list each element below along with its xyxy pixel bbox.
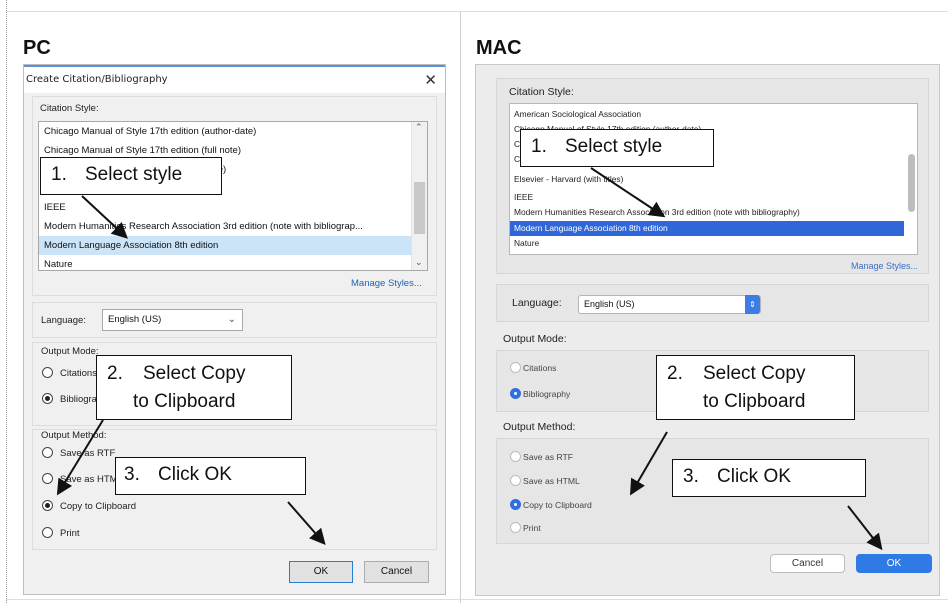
mac-radio-save-rtf[interactable]	[510, 451, 521, 462]
mac-callout-step1: 1. Select style	[520, 129, 714, 167]
mac-callout-step3: 3. Click OK	[672, 459, 866, 497]
pc-cancel-button[interactable]: Cancel	[364, 561, 429, 583]
mac-language-label: Language:	[512, 297, 562, 309]
pc-language-select[interactable]: English (US) ⌄	[102, 309, 243, 331]
pc-radio-copy-clipboard[interactable]	[42, 500, 53, 511]
column-divider	[460, 11, 461, 603]
mac-option-save-html: Save as HTML	[523, 476, 580, 486]
callout-text: Click OK	[158, 464, 232, 485]
callout-text: Click OK	[717, 466, 791, 487]
callout-number: 1.	[531, 136, 547, 157]
callout-text-line1: Select Copy	[703, 363, 806, 384]
mac-option-print: Print	[523, 523, 541, 533]
frame-left-edge	[6, 0, 7, 603]
callout-text: Select style	[565, 136, 663, 157]
callout-text-line2: to Clipboard	[133, 391, 236, 412]
pc-option-copy-clipboard: Copy to Clipboard	[60, 501, 137, 512]
pc-dialog-title: Create Citation/Bibliography	[26, 74, 168, 85]
mac-style-list[interactable]: American Sociological Association Chicag…	[509, 103, 918, 255]
callout-number: 3.	[124, 464, 140, 485]
callout-number: 1.	[51, 164, 67, 185]
mac-citation-style-label: Citation Style:	[509, 86, 574, 98]
pc-radio-citations[interactable]	[42, 367, 53, 378]
mac-language-value: English (US)	[584, 299, 635, 309]
list-item-selected[interactable]: Modern Language Association 8th edition	[39, 236, 411, 255]
mac-manage-styles-link[interactable]: Manage Styles...	[851, 261, 918, 271]
mac-callout-step2: 2. Select Copy to Clipboard	[656, 355, 855, 420]
list-item[interactable]: American Sociological Association	[510, 107, 904, 122]
list-item[interactable]: Nature	[39, 255, 411, 270]
list-item[interactable]: Elsevier - Harvard (with titles)	[510, 172, 904, 187]
mac-option-save-rtf: Save as RTF	[523, 452, 573, 462]
pc-radio-print[interactable]	[42, 527, 53, 538]
close-icon[interactable]: ✕	[424, 71, 437, 89]
pc-radio-bibliography[interactable]	[42, 393, 53, 404]
list-item[interactable]: IEEE	[510, 190, 904, 205]
pc-heading: PC	[23, 37, 51, 59]
pc-option-save-html: Save as HTML	[60, 474, 123, 485]
mac-cancel-button[interactable]: Cancel	[770, 554, 845, 573]
mac-option-copy-clipboard: Copy to Clipboard	[523, 500, 592, 510]
list-item-selected[interactable]: Modern Language Association 8th edition	[510, 221, 904, 236]
callout-text: Select style	[85, 164, 183, 185]
chevron-down-icon: ⌄	[227, 314, 236, 325]
pc-ok-button[interactable]: OK	[289, 561, 353, 583]
list-item[interactable]: Chicago Manual of Style 17th edition (au…	[39, 122, 411, 141]
chevron-updown-icon: ⇕	[745, 295, 760, 314]
list-item[interactable]: Nature	[510, 236, 904, 251]
callout-text-line2: to Clipboard	[703, 391, 806, 412]
mac-ok-button[interactable]: OK	[856, 554, 932, 573]
pc-callout-step1: 1. Select style	[40, 157, 222, 195]
pc-option-citations: Citations	[60, 368, 97, 379]
scrollbar-thumb[interactable]	[414, 182, 425, 234]
callout-number: 2.	[107, 363, 123, 384]
pc-title-bar: Create Citation/Bibliography ✕	[24, 65, 445, 93]
mac-radio-copy-clipboard[interactable]	[510, 499, 521, 510]
pc-option-print: Print	[60, 528, 80, 539]
mac-radio-citations[interactable]	[510, 362, 521, 373]
pc-citation-style-label: Citation Style:	[40, 103, 99, 114]
frame-top-edge	[6, 11, 948, 12]
pc-radio-save-rtf[interactable]	[42, 447, 53, 458]
pc-language-value: English (US)	[108, 314, 162, 325]
pc-language-label: Language:	[41, 315, 86, 326]
mac-radio-save-html[interactable]	[510, 475, 521, 486]
mac-option-bibliography: Bibliography	[523, 389, 571, 399]
pc-option-save-rtf: Save as RTF	[60, 448, 116, 459]
pc-callout-step2: 2. Select Copy to Clipboard	[96, 355, 292, 420]
mac-radio-bibliography[interactable]	[510, 388, 521, 399]
pc-style-scrollbar[interactable]: ⌃ ⌄	[411, 122, 427, 270]
mac-option-citations: Citations	[523, 363, 557, 373]
pc-radio-save-html[interactable]	[42, 473, 53, 484]
mac-language-popup[interactable]: English (US) ⇕	[578, 295, 761, 314]
mac-heading: MAC	[476, 37, 522, 59]
pc-output-mode-label: Output Mode:	[41, 346, 99, 357]
pc-callout-step3: 3. Click OK	[115, 457, 306, 495]
callout-number: 3.	[683, 466, 699, 487]
callout-number: 2.	[667, 363, 683, 384]
mac-radio-print[interactable]	[510, 522, 521, 533]
pc-output-method-label: Output Method:	[41, 430, 107, 441]
mac-output-method-label: Output Method:	[503, 421, 576, 433]
callout-text-line1: Select Copy	[143, 363, 246, 384]
pc-style-list[interactable]: Chicago Manual of Style 17th edition (au…	[38, 121, 428, 271]
frame-bottom-edge	[6, 599, 948, 600]
pc-manage-styles-link[interactable]: Manage Styles...	[351, 278, 422, 289]
chevron-down-icon[interactable]: ⌄	[415, 257, 423, 268]
mac-output-mode-label: Output Mode:	[503, 333, 567, 345]
list-item[interactable]: Modern Humanities Research Association 3…	[39, 217, 411, 236]
mac-style-scrollbar[interactable]	[908, 154, 915, 212]
list-item[interactable]: IEEE	[39, 198, 411, 217]
list-item[interactable]: Modern Humanities Research Association 3…	[510, 205, 904, 220]
chevron-up-icon[interactable]: ⌃	[415, 122, 423, 133]
